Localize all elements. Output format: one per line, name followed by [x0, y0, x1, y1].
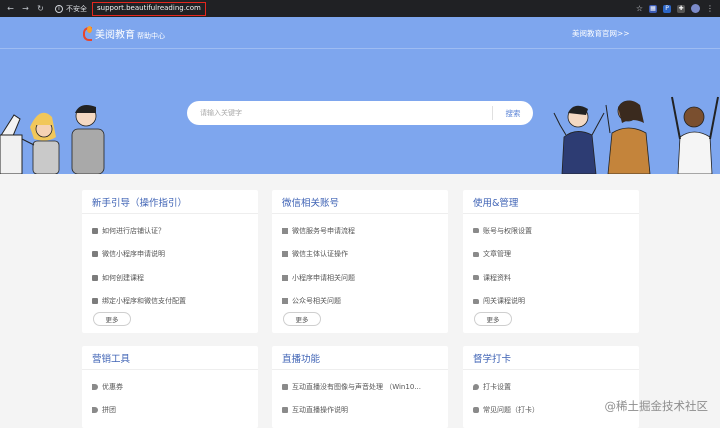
security-label: 不安全	[66, 4, 87, 13]
card-usage-management: 使用&管理 账号与权限设置 文章管理 课程资料 闯关课程说明 更多	[463, 190, 639, 333]
square-icon	[282, 251, 288, 258]
more-button[interactable]: 更多	[93, 312, 131, 326]
list-item[interactable]: 闯关课程说明	[473, 290, 639, 314]
list-item[interactable]: 文章管理	[473, 243, 639, 267]
group-buy-icon	[92, 407, 98, 414]
card-study-checkin: 督学打卡 打卡设置 常见问题（打卡）	[463, 346, 639, 428]
list-item[interactable]: 如何进行店铺认证？	[92, 219, 258, 243]
list-item[interactable]: 微信小程序申请说明	[92, 243, 258, 267]
watermark: @稀土掘金技术社区	[605, 398, 709, 414]
search-bar: 搜索	[187, 101, 533, 125]
card-title: 直播功能	[272, 346, 448, 370]
card-getting-started: 新手引导（操作指引） 如何进行店铺认证？ 微信小程序申请说明 如何创建课程 绑定…	[82, 190, 258, 333]
card-live-streaming: 直播功能 互动直播没有图像与声音处理 （Win10... 互动直播操作说明	[272, 346, 448, 428]
card-list: 微信服务号申请流程 微信主体认证操作 小程序申请相关问题 公众号相关问题	[272, 214, 448, 313]
browser-toolbar: ← → ↻ i 不安全 support.beautifulreading.com…	[0, 0, 720, 17]
folder-icon	[473, 275, 479, 281]
card-title: 新手引导（操作指引）	[82, 190, 258, 214]
card-list: 打卡设置 常见问题（打卡）	[463, 370, 639, 422]
hero-banner: 美阅教育 帮助中心 美阅教育官网>> 搜索	[0, 17, 720, 174]
search-input[interactable]	[200, 109, 492, 117]
card-title: 营销工具	[82, 346, 258, 370]
folder-icon	[473, 298, 479, 304]
video-camera-icon	[282, 383, 288, 390]
right-people-illustration	[553, 96, 719, 174]
card-marketing-tools: 营销工具 优惠券 拼团	[82, 346, 258, 428]
video-camera-icon	[282, 407, 288, 414]
blonde-woman-icon	[21, 112, 60, 174]
extension-icon[interactable]: ▦	[649, 4, 657, 13]
card-list: 互动直播没有图像与声音处理 （Win10... 互动直播操作说明	[272, 370, 448, 422]
extension-p-icon[interactable]: P	[663, 4, 671, 13]
search-button[interactable]: 搜索	[493, 108, 533, 119]
list-item[interactable]: 公众号相关问题	[282, 290, 448, 314]
security-indicator[interactable]: i 不安全	[55, 4, 87, 14]
card-wechat-accounts: 微信相关账号 微信服务号申请流程 微信主体认证操作 小程序申请相关问题 公众号相…	[272, 190, 448, 333]
list-item[interactable]: 打卡设置	[473, 375, 639, 399]
profile-avatar[interactable]	[691, 4, 700, 13]
checkin-icon	[473, 383, 479, 390]
nav-buttons: ← → ↻	[6, 0, 45, 17]
card-title: 督学打卡	[463, 346, 639, 370]
card-title: 使用&管理	[463, 190, 639, 214]
menu-kebab-icon[interactable]: ⋮	[706, 4, 714, 13]
faq-icon	[473, 407, 479, 414]
folder-icon	[473, 228, 479, 234]
back-icon[interactable]: ←	[6, 0, 15, 17]
bookmark-star-icon[interactable]: ☆	[636, 4, 643, 13]
card-title: 微信相关账号	[272, 190, 448, 214]
folder-icon	[473, 251, 479, 257]
man-arms-up-icon	[671, 96, 719, 174]
card-list: 优惠券 拼团	[82, 370, 258, 422]
list-item[interactable]: 绑定小程序和微信支付配置	[92, 290, 258, 314]
more-button[interactable]: 更多	[474, 312, 512, 326]
list-item[interactable]: 拼团	[92, 399, 258, 423]
list-item[interactable]: 互动直播没有图像与声音处理 （Win10...	[282, 375, 448, 399]
more-button[interactable]: 更多	[283, 312, 321, 326]
person-raising-hand-icon	[0, 114, 23, 174]
list-item[interactable]: 微信主体认证操作	[282, 243, 448, 267]
woman-orange-sweater-icon	[605, 100, 651, 174]
extension-puzzle-icon[interactable]: ✚	[677, 4, 685, 13]
list-item[interactable]: 互动直播操作说明	[282, 399, 448, 423]
info-icon: i	[55, 4, 63, 13]
man-dark-hair-icon	[71, 105, 105, 174]
square-icon	[282, 227, 288, 234]
list-item[interactable]: 如何创建课程	[92, 266, 258, 290]
list-item[interactable]: 账号与权限设置	[473, 219, 639, 243]
reload-icon[interactable]: ↻	[36, 0, 45, 17]
left-people-illustration	[0, 105, 105, 174]
coupon-icon	[92, 383, 98, 390]
list-item[interactable]: 微信服务号申请流程	[282, 219, 448, 243]
document-icon	[92, 274, 98, 281]
document-icon	[92, 227, 98, 234]
list-item[interactable]: 小程序申请相关问题	[282, 266, 448, 290]
list-item[interactable]: 优惠券	[92, 375, 258, 399]
card-list: 账号与权限设置 文章管理 课程资料 闯关课程说明	[463, 214, 639, 313]
man-navy-jacket-icon	[553, 105, 605, 174]
watermark-text: @稀土掘金技术社区	[604, 399, 709, 413]
toolbar-right: ☆ ▦ P ✚ ⋮	[636, 4, 714, 13]
square-icon	[282, 298, 288, 305]
square-icon	[282, 274, 288, 281]
document-icon	[92, 251, 98, 258]
brand-sub: 帮助中心	[137, 32, 165, 40]
card-list: 如何进行店铺认证？ 微信小程序申请说明 如何创建课程 绑定小程序和微信支付配置	[82, 214, 258, 313]
list-item[interactable]: 课程资料	[473, 266, 639, 290]
forward-icon[interactable]: →	[21, 0, 30, 17]
document-icon	[92, 298, 98, 305]
address-bar[interactable]: support.beautifulreading.com	[92, 1, 206, 16]
